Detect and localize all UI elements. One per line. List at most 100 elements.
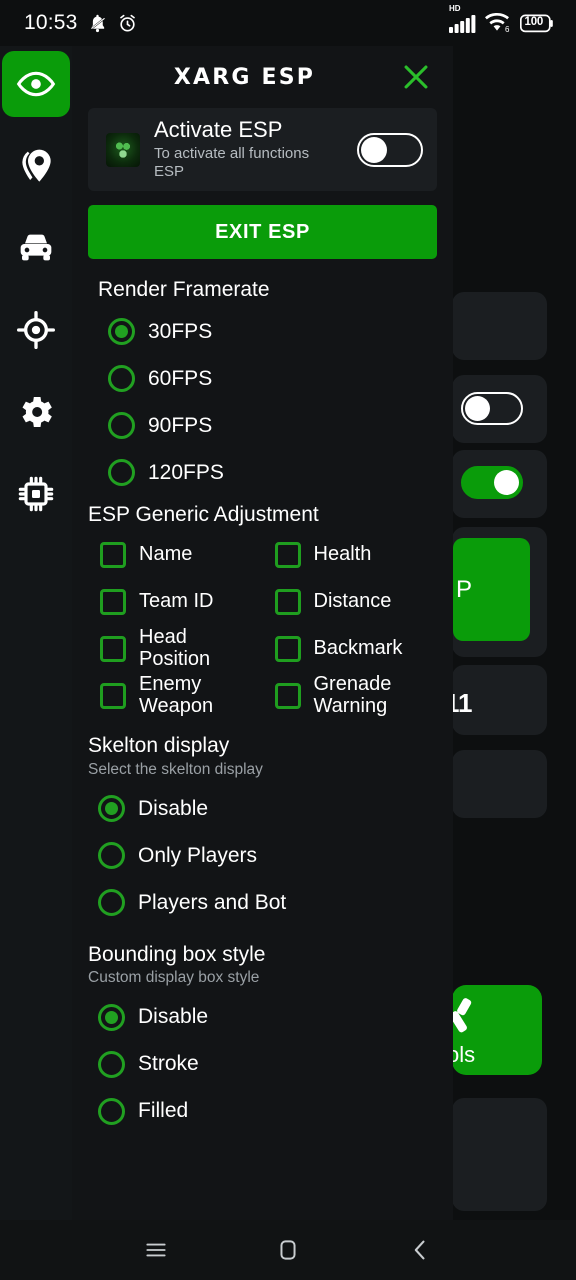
bounding-box-title: Bounding box style	[88, 943, 266, 967]
radio-box-disable[interactable]: Disable	[88, 994, 437, 1041]
home-square-icon	[280, 1240, 296, 1260]
radio-label: Disable	[138, 1005, 209, 1029]
exit-esp-button[interactable]: EXIT ESP	[88, 205, 437, 259]
checkbox-indicator	[100, 541, 126, 568]
radio-120fps[interactable]: 120FPS	[98, 449, 437, 496]
android-nav-bar	[0, 1220, 576, 1280]
section-esp-generic: ESP Generic Adjustment Name Health Team …	[88, 502, 437, 719]
toggle-knob	[361, 136, 387, 163]
checkbox-label: Health	[313, 543, 372, 566]
location-pin-icon	[22, 149, 51, 182]
sidebar-item-radar[interactable]	[0, 133, 72, 199]
checkbox-grenade-warning[interactable]: Grenade Warning	[274, 672, 438, 719]
sidebar-esp-active-chip	[2, 51, 70, 117]
radio-label: Stroke	[138, 1052, 199, 1076]
battery-icon: 100	[520, 14, 554, 33]
panel-header: XARG ESP	[72, 46, 453, 108]
radio-indicator	[108, 412, 135, 440]
crosshair-icon	[17, 311, 55, 349]
car-icon	[20, 234, 52, 261]
bg-card-1	[452, 292, 547, 360]
status-bar-right: HD 6 100	[449, 4, 554, 33]
left-sidebar	[0, 46, 72, 1220]
close-icon[interactable]	[399, 60, 433, 94]
checkbox-backmark[interactable]: Backmark	[274, 625, 438, 672]
radio-label: Only Players	[138, 843, 258, 867]
phone-screen: 10:53 HD 6 100 P 11 ols XARG ESP Activat…	[0, 0, 576, 1280]
sidebar-item-settings[interactable]	[0, 379, 72, 445]
render-framerate-options: 30FPS 60FPS 90FPS 120FPS	[98, 308, 437, 496]
back-chevron-icon	[414, 1240, 425, 1260]
cpu-chip-icon	[18, 476, 54, 512]
checkbox-label: Distance	[313, 590, 392, 613]
radio-box-filled[interactable]: Filled	[88, 1088, 437, 1135]
radio-indicator	[108, 318, 135, 346]
section-skelton-display: Skelton display Select the skelton displ…	[88, 733, 437, 926]
activate-esp-card[interactable]: Activate ESP To activate all functions E…	[88, 108, 437, 191]
battery-level-label: 100	[524, 15, 544, 28]
esp-settings-panel: XARG ESP Activate ESP To activate all fu…	[72, 46, 453, 1220]
checkbox-indicator	[274, 635, 301, 662]
gear-icon	[22, 397, 52, 427]
checkbox-health[interactable]: Health	[274, 531, 438, 578]
checkbox-label: Head Position	[139, 626, 211, 670]
radio-indicator	[98, 1097, 125, 1125]
svg-text:6: 6	[505, 25, 510, 33]
radio-skelton-players-and-bot[interactable]: Players and Bot	[88, 879, 437, 926]
bounding-box-options: Disable Stroke Filled	[88, 994, 437, 1135]
checkbox-indicator	[274, 541, 301, 568]
activate-esp-toggle[interactable]	[357, 132, 423, 167]
activate-esp-subtitle: To activate all functions ESP	[154, 144, 310, 180]
radio-label: 60FPS	[148, 366, 213, 390]
page-title: XARG ESP	[173, 64, 316, 90]
bg-toggle-on[interactable]	[461, 466, 523, 499]
checkbox-enemy-weapon[interactable]: Enemy Weapon	[100, 672, 263, 719]
radio-indicator	[108, 459, 135, 487]
recents-button[interactable]	[129, 1228, 183, 1272]
sidebar-item-aim[interactable]	[0, 297, 72, 363]
section-render-framerate: Render Framerate 30FPS 60FPS 90FPS 120FP…	[88, 277, 437, 496]
recents-menu-icon	[146, 1243, 166, 1257]
checkbox-indicator	[274, 682, 301, 709]
radio-skelton-disable[interactable]: Disable	[88, 785, 437, 832]
radio-60fps[interactable]: 60FPS	[98, 355, 437, 402]
checkbox-head-position[interactable]: Head Position	[100, 625, 263, 672]
radio-label: 30FPS	[148, 319, 213, 343]
radio-label: 90FPS	[148, 413, 213, 437]
bg-partial-text-1: P	[456, 576, 473, 603]
section-bounding-box: Bounding box style Custom display box st…	[88, 942, 437, 1135]
skelton-display-title: Skelton display	[88, 734, 230, 758]
radio-skelton-only-players[interactable]: Only Players	[88, 832, 437, 879]
checkbox-team-id[interactable]: Team ID	[100, 578, 263, 625]
checkbox-label: Backmark	[313, 637, 403, 660]
radio-indicator	[98, 795, 125, 823]
checkbox-label: Team ID	[139, 590, 214, 613]
checkbox-distance[interactable]: Distance	[274, 578, 438, 625]
checkbox-indicator	[100, 588, 126, 615]
checkbox-indicator	[274, 588, 301, 615]
bg-toggle-off[interactable]	[461, 392, 523, 425]
esp-generic-title: ESP Generic Adjustment	[88, 503, 319, 527]
radio-label: Players and Bot	[138, 890, 287, 914]
sidebar-item-esp[interactable]	[0, 51, 72, 117]
radio-box-stroke[interactable]: Stroke	[88, 1041, 437, 1088]
eye-icon	[16, 71, 56, 97]
game-avatar-thumbnail	[106, 132, 140, 167]
sidebar-item-memory[interactable]	[0, 461, 72, 527]
activate-esp-title: Activate ESP	[154, 116, 283, 142]
radio-indicator	[98, 889, 125, 917]
radio-90fps[interactable]: 90FPS	[98, 402, 437, 449]
radio-30fps[interactable]: 30FPS	[98, 308, 437, 355]
back-button[interactable]	[393, 1228, 447, 1272]
radio-label: Filled	[138, 1099, 189, 1123]
sidebar-item-vehicle[interactable]	[0, 215, 72, 281]
bg-card-6	[452, 750, 547, 818]
home-button[interactable]	[261, 1228, 315, 1272]
checkbox-name[interactable]: Name	[100, 531, 263, 578]
checkbox-label: Grenade Warning	[313, 673, 392, 717]
signal-bars-icon: HD	[449, 4, 476, 33]
status-bar-left: 10:53	[24, 11, 138, 35]
render-framerate-title: Render Framerate	[98, 278, 270, 301]
radio-label: Disable	[138, 796, 209, 820]
bg-tools-icon	[449, 998, 472, 1033]
